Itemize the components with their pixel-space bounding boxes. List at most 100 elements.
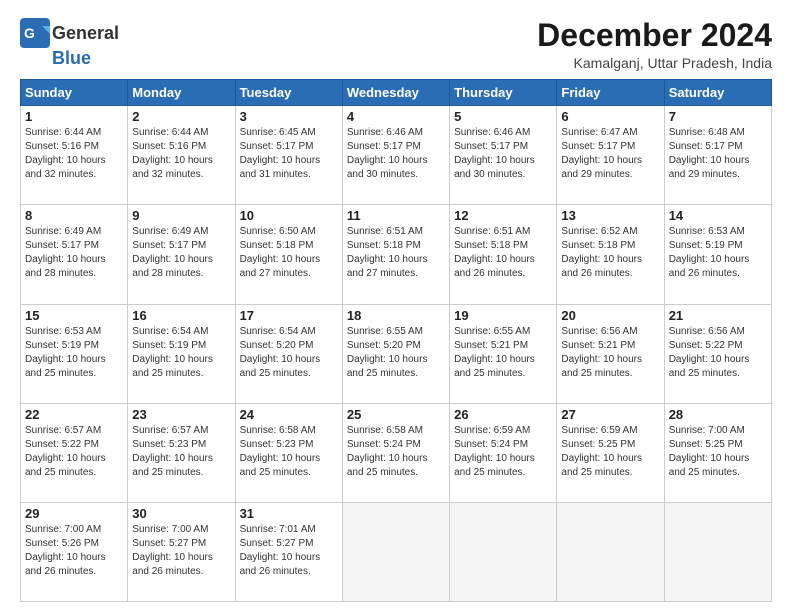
table-row: 11 Sunrise: 6:51 AMSunset: 5:18 PMDayligh… — [342, 205, 449, 304]
table-row: 17 Sunrise: 6:54 AMSunset: 5:20 PMDayligh… — [235, 304, 342, 403]
table-row: 16Sunrise: 6:54 AMSunset: 5:19 PMDayligh… — [128, 304, 235, 403]
day-number: 19 — [454, 308, 552, 323]
col-wednesday: Wednesday — [342, 80, 449, 106]
day-number: 17 — [240, 308, 338, 323]
logo-text-blue: Blue — [52, 48, 91, 69]
day-detail: Sunrise: 6:56 AMSunset: 5:22 PMDaylight:… — [669, 325, 767, 381]
day-detail: Sunrise: 6:54 AMSunset: 5:19 PMDaylight:… — [132, 325, 230, 381]
col-friday: Friday — [557, 80, 664, 106]
table-row: 14 Sunrise: 6:53 AMSunset: 5:19 PMDayligh… — [664, 205, 771, 304]
calendar-week-row: 8Sunrise: 6:49 AMSunset: 5:17 PMDaylight… — [21, 205, 772, 304]
title-block: December 2024 Kamalganj, Uttar Pradesh, … — [537, 18, 772, 71]
day-detail: Sunrise: 6:44 AMSunset: 5:16 PMDaylight:… — [25, 126, 123, 182]
day-number: 15 — [25, 308, 123, 323]
day-detail: Sunrise: 6:56 AMSunset: 5:21 PMDaylight:… — [561, 325, 659, 381]
table-row: 30 Sunrise: 7:00 AMSunset: 5:27 PMDayligh… — [128, 502, 235, 601]
calendar-header-row: Sunday Monday Tuesday Wednesday Thursday… — [21, 80, 772, 106]
day-number: 9 — [132, 208, 230, 223]
day-detail: Sunrise: 6:48 AMSunset: 5:17 PMDaylight:… — [669, 126, 767, 182]
day-detail: Sunrise: 6:57 AMSunset: 5:22 PMDaylight:… — [25, 424, 123, 480]
day-number: 11 — [347, 208, 445, 223]
calendar-week-row: 1 Sunrise: 6:44 AMSunset: 5:16 PMDaylight… — [21, 106, 772, 205]
day-detail: Sunrise: 6:55 AMSunset: 5:21 PMDaylight:… — [454, 325, 552, 381]
table-row: 19 Sunrise: 6:55 AMSunset: 5:21 PMDayligh… — [450, 304, 557, 403]
day-detail: Sunrise: 6:49 AMSunset: 5:17 PMDaylight:… — [132, 225, 230, 281]
table-row: 10 Sunrise: 6:50 AMSunset: 5:18 PMDayligh… — [235, 205, 342, 304]
page: G General Blue December 2024 Kamalganj, … — [0, 0, 792, 612]
day-detail: Sunrise: 6:51 AMSunset: 5:18 PMDaylight:… — [347, 225, 445, 281]
day-detail: Sunrise: 6:51 AMSunset: 5:18 PMDaylight:… — [454, 225, 552, 281]
table-row — [664, 502, 771, 601]
table-row: 27Sunrise: 6:59 AMSunset: 5:25 PMDayligh… — [557, 403, 664, 502]
table-row: 22 Sunrise: 6:57 AMSunset: 5:22 PMDayligh… — [21, 403, 128, 502]
day-number: 30 — [132, 506, 230, 521]
day-detail: Sunrise: 7:00 AMSunset: 5:27 PMDaylight:… — [132, 523, 230, 579]
day-number: 14 — [669, 208, 767, 223]
col-thursday: Thursday — [450, 80, 557, 106]
calendar-week-row: 15 Sunrise: 6:53 AMSunset: 5:19 PMDayligh… — [21, 304, 772, 403]
table-row: 21 Sunrise: 6:56 AMSunset: 5:22 PMDayligh… — [664, 304, 771, 403]
day-number: 5 — [454, 109, 552, 124]
day-detail: Sunrise: 6:57 AMSunset: 5:23 PMDaylight:… — [132, 424, 230, 480]
col-monday: Monday — [128, 80, 235, 106]
day-number: 28 — [669, 407, 767, 422]
day-detail: Sunrise: 6:59 AMSunset: 5:24 PMDaylight:… — [454, 424, 552, 480]
table-row — [450, 502, 557, 601]
day-detail: Sunrise: 7:00 AMSunset: 5:25 PMDaylight:… — [669, 424, 767, 480]
table-row: 28 Sunrise: 7:00 AMSunset: 5:25 PMDayligh… — [664, 403, 771, 502]
table-row: 24Sunrise: 6:58 AMSunset: 5:23 PMDayligh… — [235, 403, 342, 502]
table-row: 15 Sunrise: 6:53 AMSunset: 5:19 PMDayligh… — [21, 304, 128, 403]
table-row: 4Sunrise: 6:46 AMSunset: 5:17 PMDaylight… — [342, 106, 449, 205]
table-row: 20 Sunrise: 6:56 AMSunset: 5:21 PMDayligh… — [557, 304, 664, 403]
day-number: 13 — [561, 208, 659, 223]
table-row: 31 Sunrise: 7:01 AMSunset: 5:27 PMDayligh… — [235, 502, 342, 601]
logo-text-general: General — [52, 23, 119, 44]
table-row: 26 Sunrise: 6:59 AMSunset: 5:24 PMDayligh… — [450, 403, 557, 502]
page-subtitle: Kamalganj, Uttar Pradesh, India — [537, 55, 772, 71]
day-number: 21 — [669, 308, 767, 323]
day-detail: Sunrise: 6:49 AMSunset: 5:17 PMDaylight:… — [25, 225, 123, 281]
table-row: 9 Sunrise: 6:49 AMSunset: 5:17 PMDaylight… — [128, 205, 235, 304]
table-row: 7Sunrise: 6:48 AMSunset: 5:17 PMDaylight… — [664, 106, 771, 205]
calendar-week-row: 22 Sunrise: 6:57 AMSunset: 5:22 PMDayligh… — [21, 403, 772, 502]
day-number: 26 — [454, 407, 552, 422]
logo-icon: G — [20, 18, 50, 48]
day-detail: Sunrise: 6:59 AMSunset: 5:25 PMDaylight:… — [561, 424, 659, 480]
day-detail: Sunrise: 6:50 AMSunset: 5:18 PMDaylight:… — [240, 225, 338, 281]
day-number: 22 — [25, 407, 123, 422]
calendar-week-row: 29Sunrise: 7:00 AMSunset: 5:26 PMDayligh… — [21, 502, 772, 601]
day-detail: Sunrise: 6:58 AMSunset: 5:23 PMDaylight:… — [240, 424, 338, 480]
day-detail: Sunrise: 6:55 AMSunset: 5:20 PMDaylight:… — [347, 325, 445, 381]
page-title: December 2024 — [537, 18, 772, 53]
day-number: 12 — [454, 208, 552, 223]
table-row: 23Sunrise: 6:57 AMSunset: 5:23 PMDayligh… — [128, 403, 235, 502]
col-sunday: Sunday — [21, 80, 128, 106]
table-row: 25Sunrise: 6:58 AMSunset: 5:24 PMDayligh… — [342, 403, 449, 502]
table-row: 3Sunrise: 6:45 AMSunset: 5:17 PMDaylight… — [235, 106, 342, 205]
day-detail: Sunrise: 7:00 AMSunset: 5:26 PMDaylight:… — [25, 523, 123, 579]
day-detail: Sunrise: 6:54 AMSunset: 5:20 PMDaylight:… — [240, 325, 338, 381]
day-detail: Sunrise: 6:53 AMSunset: 5:19 PMDaylight:… — [669, 225, 767, 281]
table-row: 2Sunrise: 6:44 AMSunset: 5:16 PMDaylight… — [128, 106, 235, 205]
svg-text:G: G — [24, 25, 35, 41]
day-number: 6 — [561, 109, 659, 124]
day-number: 20 — [561, 308, 659, 323]
table-row: 18 Sunrise: 6:55 AMSunset: 5:20 PMDayligh… — [342, 304, 449, 403]
col-tuesday: Tuesday — [235, 80, 342, 106]
day-detail: Sunrise: 6:46 AMSunset: 5:17 PMDaylight:… — [454, 126, 552, 182]
day-detail: Sunrise: 6:44 AMSunset: 5:16 PMDaylight:… — [132, 126, 230, 182]
day-number: 3 — [240, 109, 338, 124]
table-row: 8Sunrise: 6:49 AMSunset: 5:17 PMDaylight… — [21, 205, 128, 304]
table-row: 29Sunrise: 7:00 AMSunset: 5:26 PMDayligh… — [21, 502, 128, 601]
day-number: 10 — [240, 208, 338, 223]
day-detail: Sunrise: 7:01 AMSunset: 5:27 PMDaylight:… — [240, 523, 338, 579]
table-row: 1 Sunrise: 6:44 AMSunset: 5:16 PMDaylight… — [21, 106, 128, 205]
day-number: 18 — [347, 308, 445, 323]
day-detail: Sunrise: 6:52 AMSunset: 5:18 PMDaylight:… — [561, 225, 659, 281]
col-saturday: Saturday — [664, 80, 771, 106]
day-detail: Sunrise: 6:53 AMSunset: 5:19 PMDaylight:… — [25, 325, 123, 381]
day-number: 31 — [240, 506, 338, 521]
day-detail: Sunrise: 6:46 AMSunset: 5:17 PMDaylight:… — [347, 126, 445, 182]
table-row: 5 Sunrise: 6:46 AMSunset: 5:17 PMDaylight… — [450, 106, 557, 205]
day-number: 1 — [25, 109, 123, 124]
